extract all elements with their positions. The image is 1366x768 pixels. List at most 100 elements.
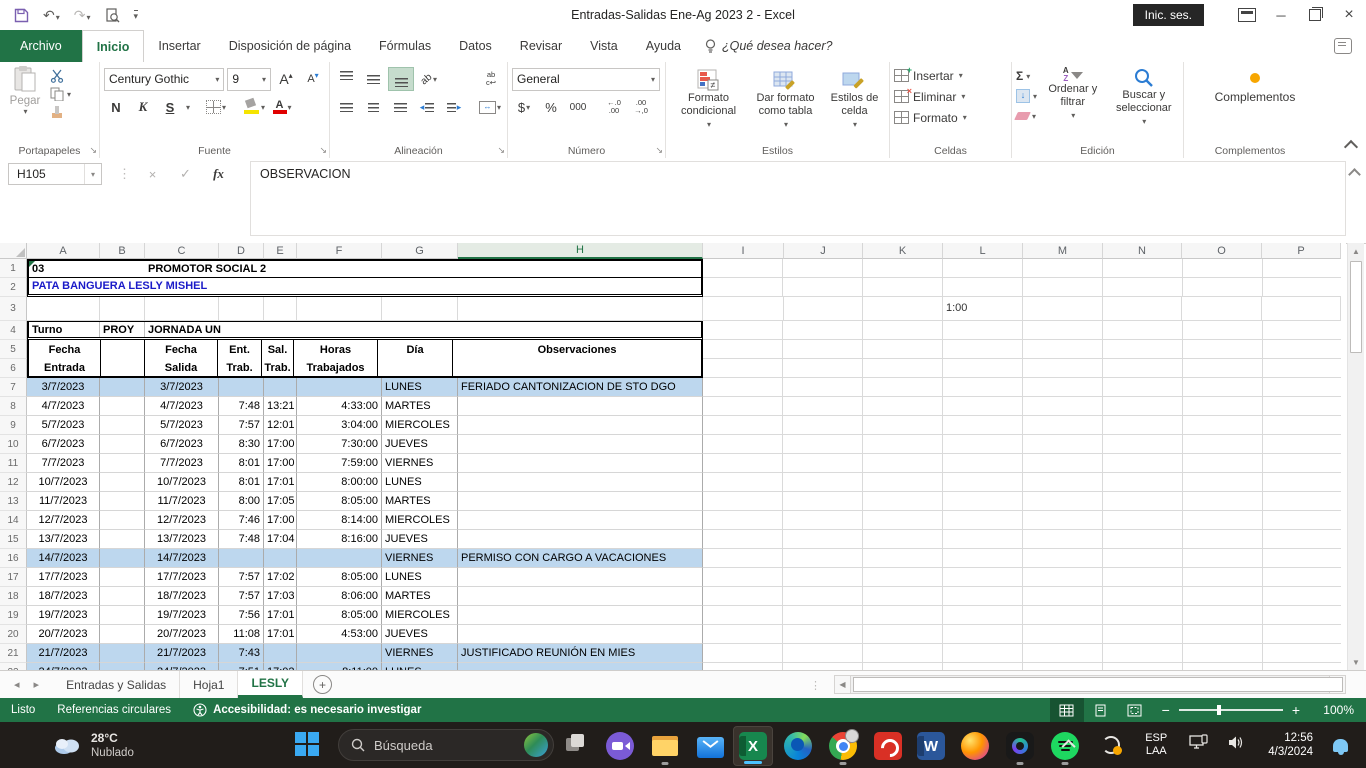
tab-formulas[interactable]: Fórmulas xyxy=(365,30,445,62)
empty-cells[interactable] xyxy=(703,644,1341,663)
cell-C6[interactable]: Salida xyxy=(145,359,218,376)
row-header-20[interactable]: 20 xyxy=(0,625,27,644)
collapse-ribbon-icon[interactable] xyxy=(1344,140,1358,154)
cell-E11[interactable]: 17:00 xyxy=(264,454,297,473)
cell-D17[interactable]: 7:57 xyxy=(219,568,264,587)
cell-B12[interactable] xyxy=(100,473,145,492)
scroll-up-icon[interactable]: ▲ xyxy=(1348,243,1364,259)
cell-B21[interactable] xyxy=(100,644,145,663)
tray-expand-icon[interactable] xyxy=(1062,739,1076,753)
increase-decimal-button[interactable]: ←.0.00 xyxy=(602,96,626,118)
cell-F13[interactable]: 8:05:00 xyxy=(297,492,382,511)
cell-F10[interactable]: 7:30:00 xyxy=(297,435,382,454)
column-header-C[interactable]: C xyxy=(145,243,219,259)
cell-D8[interactable]: 7:48 xyxy=(219,397,264,416)
page-layout-view-button[interactable] xyxy=(1084,698,1118,722)
cell-A16[interactable]: 14/7/2023 xyxy=(27,549,100,568)
tab-archivo[interactable]: Archivo xyxy=(0,30,82,62)
cell-F21[interactable] xyxy=(297,644,382,663)
search-box[interactable]: Búsqueda xyxy=(338,729,554,761)
merge-center-button[interactable]: ↔▾ xyxy=(477,96,503,118)
row-header-18[interactable]: 18 xyxy=(0,587,27,606)
delete-cells-button[interactable]: × Eliminar▾ xyxy=(894,86,1007,107)
column-header-H[interactable]: H xyxy=(458,243,703,259)
taskbar-app-chrome[interactable] xyxy=(823,726,863,766)
cell-E13[interactable]: 17:05 xyxy=(264,492,297,511)
sort-filter-button[interactable]: AZ Ordenar y filtrar▾ xyxy=(1041,65,1105,142)
cell-H9[interactable] xyxy=(458,416,703,435)
collapse-formula-bar-icon[interactable] xyxy=(1348,168,1361,181)
empty-cells[interactable] xyxy=(703,606,1341,625)
formula-bar-splitter[interactable]: ⋮ xyxy=(118,166,132,182)
column-header-B[interactable]: B xyxy=(100,243,145,259)
cell-D20[interactable]: 11:08 xyxy=(219,625,264,644)
row-header-3[interactable]: 3 xyxy=(0,297,27,321)
row-header-14[interactable]: 14 xyxy=(0,511,27,530)
row-header-19[interactable]: 19 xyxy=(0,606,27,625)
comma-style-button[interactable]: 000 xyxy=(566,96,590,118)
cell-C11[interactable]: 7/7/2023 xyxy=(145,454,219,473)
row-header-16[interactable]: 16 xyxy=(0,549,27,568)
cell-B17[interactable] xyxy=(100,568,145,587)
weather-widget[interactable]: 28°C Nublado xyxy=(52,731,134,760)
number-format-combo[interactable]: General▾ xyxy=(512,68,660,91)
cell-C22[interactable]: 24/7/2023 xyxy=(145,663,219,670)
format-cells-button[interactable]: Formato▾ xyxy=(894,107,1007,128)
dialog-launcher-icon[interactable]: ↘ xyxy=(497,145,505,156)
cell-A19[interactable]: 19/7/2023 xyxy=(27,606,100,625)
row-header-11[interactable]: 11 xyxy=(0,454,27,473)
empty-cells[interactable] xyxy=(703,359,1341,378)
borders-button[interactable]: ▾ xyxy=(204,96,228,118)
column-header-K[interactable]: K xyxy=(863,243,943,259)
taskbar-app-webex[interactable] xyxy=(1000,726,1040,766)
cell-B7[interactable] xyxy=(100,378,145,397)
cell-D21[interactable]: 7:43 xyxy=(219,644,264,663)
tab-revisar[interactable]: Revisar xyxy=(506,30,576,62)
cell-B8[interactable] xyxy=(100,397,145,416)
row-header-6[interactable]: 6 xyxy=(0,359,27,378)
empty-cells[interactable] xyxy=(703,587,1341,606)
empty-cells[interactable] xyxy=(703,549,1341,568)
cell-C5[interactable]: Fecha xyxy=(145,340,218,359)
dialog-launcher-icon[interactable]: ↘ xyxy=(655,145,663,156)
row-header-17[interactable]: 17 xyxy=(0,568,27,587)
cell-C7[interactable]: 3/7/2023 xyxy=(145,378,219,397)
row-header-21[interactable]: 21 xyxy=(0,644,27,663)
zoom-slider[interactable] xyxy=(1179,709,1283,711)
cell-H22[interactable] xyxy=(458,663,703,670)
cell-C10[interactable]: 6/7/2023 xyxy=(145,435,219,454)
cell-C8[interactable]: 4/7/2023 xyxy=(145,397,219,416)
cell-styles-button[interactable]: Estilos de celda▾ xyxy=(824,66,885,142)
font-size-combo[interactable]: 9▾ xyxy=(227,68,271,91)
cell-E21[interactable] xyxy=(264,644,297,663)
cell-D13[interactable]: 8:00 xyxy=(219,492,264,511)
cell-E14[interactable]: 17:00 xyxy=(264,511,297,530)
format-as-table-button[interactable]: Dar formato como tabla▾ xyxy=(747,66,824,142)
cell-E22[interactable]: 17:02 xyxy=(264,663,297,670)
cell-F18[interactable]: 8:06:00 xyxy=(297,587,382,606)
cell-A21[interactable]: 21/7/2023 xyxy=(27,644,100,663)
empty-cells[interactable] xyxy=(703,511,1341,530)
sheet-tab-hoja1[interactable]: Hoja1 xyxy=(180,671,238,698)
cell-D10[interactable]: 8:30 xyxy=(219,435,264,454)
taskbar-app-excel[interactable]: X xyxy=(733,726,773,766)
row-header-22[interactable]: 22 xyxy=(0,663,27,670)
cell-G10[interactable]: JUEVES xyxy=(382,435,458,454)
cell-C15[interactable]: 13/7/2023 xyxy=(145,530,219,549)
status-mode[interactable]: Listo xyxy=(0,704,46,716)
row-header-12[interactable]: 12 xyxy=(0,473,27,492)
cell-F15[interactable]: 8:16:00 xyxy=(297,530,382,549)
tab-ayuda[interactable]: Ayuda xyxy=(632,30,695,62)
notifications-bell-icon[interactable] xyxy=(1333,739,1348,752)
dropdown-arrow-icon[interactable]: ▾ xyxy=(186,103,190,112)
cell-E20[interactable]: 17:01 xyxy=(264,625,297,644)
cell-C9[interactable]: 5/7/2023 xyxy=(145,416,219,435)
column-header-E[interactable]: E xyxy=(264,243,297,259)
row-header-4[interactable]: 4 xyxy=(0,321,27,340)
cell-B16[interactable] xyxy=(100,549,145,568)
cell-E7[interactable] xyxy=(264,378,297,397)
cell-B4[interactable]: PROY xyxy=(100,322,145,337)
cell-B19[interactable] xyxy=(100,606,145,625)
cell-E15[interactable]: 17:04 xyxy=(264,530,297,549)
taskbar-app-pdf-editor[interactable] xyxy=(868,726,908,766)
